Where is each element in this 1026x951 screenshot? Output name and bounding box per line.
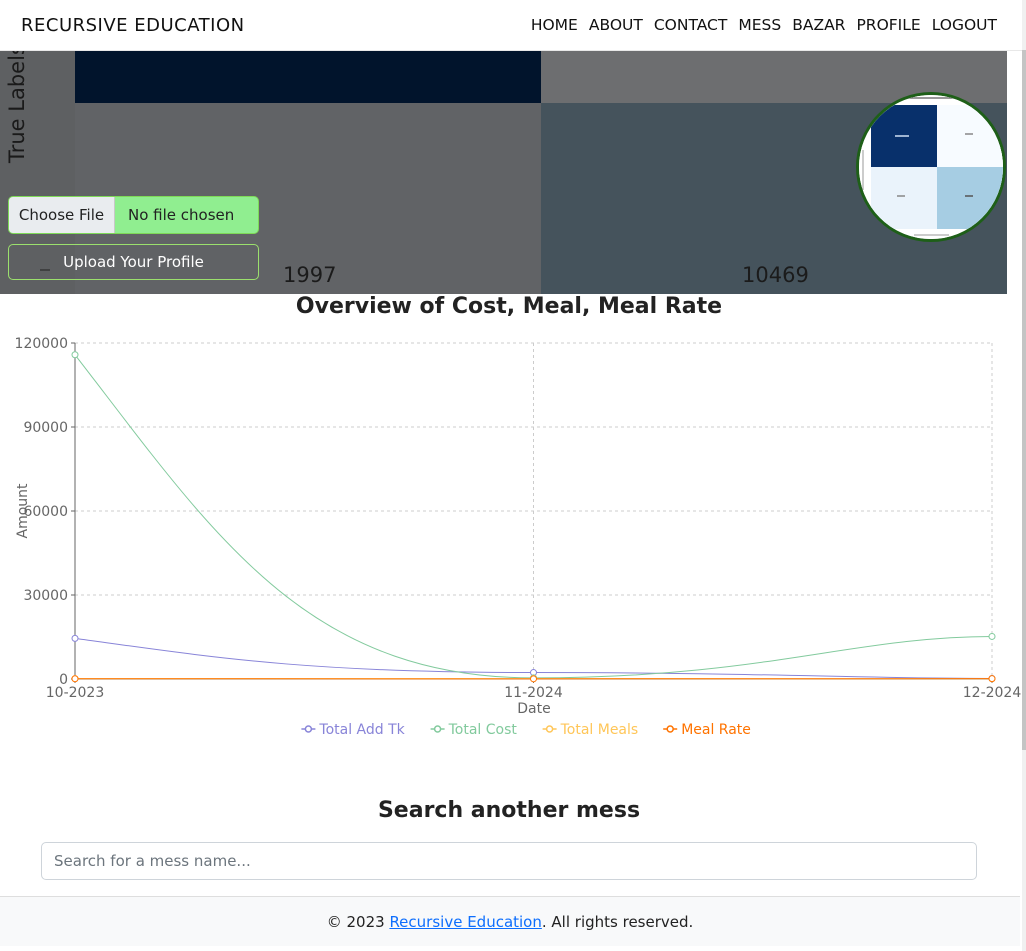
cover-cell-dark: [75, 51, 541, 103]
file-input[interactable]: Choose File No file chosen: [8, 196, 259, 234]
avatar[interactable]: [856, 92, 1006, 242]
file-status: No file chosen: [128, 206, 235, 224]
search-title: Search another mess: [377, 798, 641, 823]
footer: © 2023 Recursive Education. All rights r…: [0, 896, 1020, 946]
x-tick-label: 10-2023: [46, 685, 105, 701]
brand-logo[interactable]: RECURSIVE EDUCATION: [21, 15, 245, 36]
x-tick-label: 12-2024: [963, 685, 1022, 701]
navbar: RECURSIVE EDUCATION HOME ABOUT CONTACT M…: [0, 0, 1022, 51]
legend-marker-total-cost: [433, 725, 442, 733]
legend-marker-total-add-tk: [304, 725, 313, 733]
nav-home[interactable]: HOME: [531, 16, 578, 34]
x-axis-label: Date: [517, 701, 550, 717]
nav-contact[interactable]: CONTACT: [654, 16, 728, 34]
cover-value-1: 1997: [283, 263, 337, 287]
upload-profile-button[interactable]: Upload Your Profile: [8, 244, 259, 280]
line-chart: 030000600009000012000010-2023 11-2024 12-2…: [15, 336, 1022, 738]
nav-mess[interactable]: MESS: [738, 16, 781, 34]
legend-marker-meal-rate: [666, 725, 674, 733]
footer-link[interactable]: Recursive Education: [389, 913, 541, 931]
y-tick-label: 30000: [23, 588, 68, 604]
avatar-cell-3: [871, 167, 937, 229]
legend-label-total-cost: Total Cost: [448, 722, 518, 738]
search-input[interactable]: [41, 842, 977, 880]
y-tick-label: 120000: [15, 336, 68, 352]
cover-value-2: 10469: [742, 263, 809, 287]
footer-copyright: © 2023: [326, 913, 390, 931]
avatar-image: [859, 95, 1003, 239]
y-axis-label: Amount: [15, 483, 31, 539]
scrollbar[interactable]: [1022, 0, 1026, 951]
data-point-total-add-tk: [71, 634, 79, 642]
legend-marker-total-meals: [545, 725, 554, 733]
chart-grid: [75, 342, 993, 679]
page: RECURSIVE EDUCATION HOME ABOUT CONTACT M…: [0, 0, 1026, 951]
chart-title: Overview of Cost, Meal, Meal Rate: [295, 294, 723, 319]
data-point-meal-rate: [988, 675, 996, 683]
legend-label-total-meals: Total Meals: [560, 722, 639, 738]
chart-legend: Total Add Tk Total Cost Total Meals Meal Ra…: [301, 722, 751, 738]
scrollbar-thumb[interactable]: [1022, 50, 1026, 750]
footer-rights: . All rights reserved.: [541, 913, 694, 931]
nav-logout[interactable]: LOGOUT: [932, 16, 997, 34]
legend-label-meal-rate: Meal Rate: [681, 722, 751, 738]
nav-links: HOME ABOUT CONTACT MESS BAZAR PROFILE LO…: [531, 16, 997, 34]
nav-profile[interactable]: PROFILE: [856, 16, 920, 34]
choose-file-button[interactable]: Choose File: [9, 197, 115, 233]
nav-about[interactable]: ABOUT: [589, 16, 643, 34]
data-point-meal-rate: [71, 675, 79, 683]
data-point-meal-rate: [530, 675, 537, 683]
chart-axes: 030000600009000012000010-2023 11-2024 12-2…: [15, 336, 1022, 717]
data-point-total-cost: [988, 632, 996, 640]
x-tick-label: 11-2024: [504, 685, 563, 701]
nav-bazar[interactable]: BAZAR: [792, 16, 845, 34]
cover-axis-label: True Labels: [5, 51, 29, 163]
data-point-total-cost: [71, 351, 79, 359]
y-tick-label: 90000: [23, 420, 68, 436]
legend-label-total-add-tk: Total Add Tk: [318, 722, 405, 738]
